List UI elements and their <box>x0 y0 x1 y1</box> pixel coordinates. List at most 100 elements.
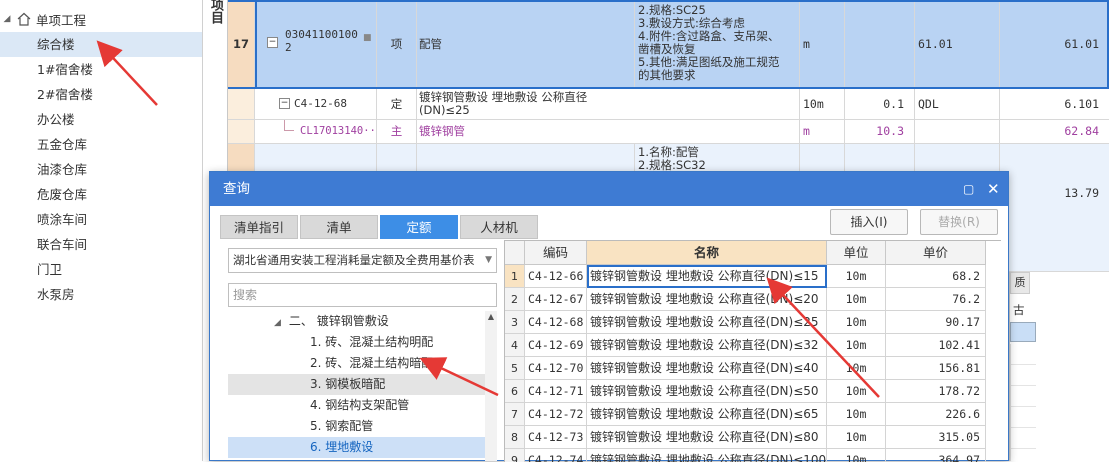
grid-cell-code[interactable]: C4-12-74 <box>525 449 587 462</box>
replace-button[interactable]: 替换(R) <box>920 209 998 235</box>
code-cell[interactable]: − 03041100100 2 ■ <box>255 2 377 87</box>
tree-node[interactable]: 6. 埋地敷设 <box>228 437 497 458</box>
chevron-down-icon: ▼ <box>482 249 492 272</box>
grid-cell-code[interactable]: C4-12-71 <box>525 380 587 403</box>
tree-node[interactable]: 4. 钢结构支架配管 <box>228 395 497 416</box>
grid-header-price[interactable]: 单价 <box>886 241 986 265</box>
grid-cell-unit[interactable]: 10m <box>827 449 886 462</box>
expand-icon[interactable]: ◢ <box>274 318 281 328</box>
grid-cell-unit[interactable]: 10m <box>827 265 886 288</box>
grid-cell-n[interactable]: 9 <box>505 449 525 462</box>
tab-0[interactable]: 清单指引 <box>220 215 298 239</box>
grid-cell-unit[interactable]: 10m <box>827 311 886 334</box>
panel-tab[interactable]: 质 <box>1010 272 1030 294</box>
tree-item[interactable]: 危废仓库 <box>0 182 202 207</box>
lock-icon: ■ <box>363 33 372 43</box>
grid-cell-unit[interactable]: 10m <box>827 380 886 403</box>
tree-item[interactable]: 联合车间 <box>0 232 202 257</box>
grid-cell-code[interactable]: C4-12-66 <box>525 265 587 288</box>
quota-grid: 编码 名称 单位 单价 1 C4-12-66 镀锌钢管敷设 埋地敷设 公称直径(DN… <box>504 240 1001 462</box>
grid-cell-name[interactable]: 镀锌钢管敷设 埋地敷设 公称直径(DN)≤65 <box>587 403 827 426</box>
grid-cell-name[interactable]: 镀锌钢管敷设 埋地敷设 公称直径(DN)≤20 <box>587 288 827 311</box>
grid-cell-code[interactable]: C4-12-70 <box>525 357 587 380</box>
tree-node[interactable]: 5. 钢索配管 <box>228 416 497 437</box>
tree-item[interactable]: 办公楼 <box>0 107 202 132</box>
grid-cell-price[interactable]: 315.05 <box>886 426 986 449</box>
grid-cell-unit[interactable]: 10m <box>827 403 886 426</box>
grid-cell-price[interactable]: 90.17 <box>886 311 986 334</box>
grid-header-filler <box>986 241 1001 265</box>
grid-cell-name[interactable]: 镀锌钢管敷设 埋地敷设 公称直径(DN)≤80 <box>587 426 827 449</box>
grid-header-unit[interactable]: 单位 <box>827 241 886 265</box>
grid-cell-name[interactable]: 镀锌钢管敷设 埋地敷设 公称直径(DN)≤15 <box>587 265 827 288</box>
tree-root[interactable]: ◢ 单项工程 <box>0 8 86 30</box>
grid-cell-n[interactable]: 8 <box>505 426 525 449</box>
library-select[interactable]: 湖北省通用安装工程消耗量定额及全费用基价表 ▼ <box>228 248 497 273</box>
tree-item[interactable]: 门卫 <box>0 257 202 282</box>
grid-cell-price[interactable]: 178.72 <box>886 380 986 403</box>
collapse-icon[interactable]: ◢ <box>0 14 14 24</box>
grid-cell-name[interactable]: 镀锌钢管敷设 埋地敷设 公称直径(DN)≤100 <box>587 449 827 462</box>
tree-item[interactable]: 2#宿舍楼 <box>0 82 202 107</box>
table-row-main-material[interactable]: CL17013140··· 主 镀锌钢管 m 10.3 62.84 <box>228 120 1109 144</box>
grid-cell-n[interactable]: 7 <box>505 403 525 426</box>
grid-cell-n[interactable]: 6 <box>505 380 525 403</box>
close-icon[interactable]: ✕ <box>987 172 1000 206</box>
scroll-up-icon[interactable]: ▲ <box>485 311 497 323</box>
grid-cell-n[interactable]: 1 <box>505 265 525 288</box>
grid-cell-n[interactable]: 5 <box>505 357 525 380</box>
code-cell[interactable]: − C4-12-68 <box>255 89 377 119</box>
grid-cell-n[interactable]: 3 <box>505 311 525 334</box>
grid-cell-code[interactable]: C4-12-69 <box>525 334 587 357</box>
collapse-icon[interactable]: − <box>267 37 278 48</box>
grid-cell-name[interactable]: 镀锌钢管敷设 埋地敷设 公称直径(DN)≤32 <box>587 334 827 357</box>
tab-1[interactable]: 清单 <box>300 215 378 239</box>
factor-cell: 10.3 <box>845 120 915 143</box>
panel-selected-cell[interactable] <box>1010 322 1036 342</box>
grid-cell-code[interactable]: C4-12-67 <box>525 288 587 311</box>
tab-3[interactable]: 人材机 <box>460 215 538 239</box>
grid-header-code[interactable]: 编码 <box>525 241 587 265</box>
qty-cell: 62.84 <box>1064 124 1099 138</box>
grid-cell-name[interactable]: 镀锌钢管敷设 埋地敷设 公称直径(DN)≤40 <box>587 357 827 380</box>
grid-cell-price[interactable]: 76.2 <box>886 288 986 311</box>
grid-cell-name[interactable]: 镀锌钢管敷设 埋地敷设 公称直径(DN)≤50 <box>587 380 827 403</box>
grid-cell-price[interactable]: 226.6 <box>886 403 986 426</box>
tree-node[interactable]: 1. 砖、混凝土结构明配 <box>228 332 497 353</box>
search-input[interactable]: 搜索 <box>228 283 497 307</box>
tree-scrollbar[interactable]: ▲ <box>485 311 497 461</box>
grid-cell-code[interactable]: C4-12-73 <box>525 426 587 449</box>
tree-item[interactable]: 五金仓库 <box>0 132 202 157</box>
grid-cell-n[interactable]: 2 <box>505 288 525 311</box>
grid-cell-unit[interactable]: 10m <box>827 357 886 380</box>
collapse-icon[interactable]: − <box>279 98 290 109</box>
insert-button[interactable]: 插入(I) <box>830 209 908 235</box>
grid-cell-price[interactable]: 364.97 <box>886 449 986 462</box>
unit-cell: m <box>800 2 845 87</box>
maximize-icon[interactable]: ▢ <box>963 172 974 206</box>
grid-cell-code[interactable]: C4-12-68 <box>525 311 587 334</box>
grid-cell-price[interactable]: 102.41 <box>886 334 986 357</box>
grid-cell-name[interactable]: 镀锌钢管敷设 埋地敷设 公称直径(DN)≤25 <box>587 311 827 334</box>
table-row-17[interactable]: 17 − 03041100100 2 ■ 项 配管 2.规格:SC25 3.敷设方… <box>228 0 1109 89</box>
tree-node[interactable]: ◢ 二、 镀锌钢管敷设 <box>228 311 497 332</box>
tree-item[interactable]: 水泵房 <box>0 282 202 307</box>
table-row-quota[interactable]: − C4-12-68 定 镀锌钢管敷设 埋地敷设 公称直径 (DN)≤25 10m… <box>228 89 1109 120</box>
tree-item[interactable]: 综合楼 <box>0 32 202 57</box>
code-cell[interactable]: CL17013140··· <box>255 120 377 143</box>
dialog-titlebar[interactable]: 查询 ▢ ✕ <box>210 172 1008 206</box>
grid-cell-code[interactable]: C4-12-72 <box>525 403 587 426</box>
grid-cell-price[interactable]: 156.81 <box>886 357 986 380</box>
grid-cell-unit[interactable]: 10m <box>827 334 886 357</box>
tab-2[interactable]: 定额 <box>380 215 458 239</box>
grid-cell-unit[interactable]: 10m <box>827 288 886 311</box>
tree-item[interactable]: 油漆仓库 <box>0 157 202 182</box>
tree-node[interactable]: 2. 砖、混凝土结构暗配 <box>228 353 497 374</box>
grid-header-name[interactable]: 名称 <box>587 241 827 265</box>
tree-item[interactable]: 1#宿舍楼 <box>0 57 202 82</box>
grid-cell-n[interactable]: 4 <box>505 334 525 357</box>
tree-node[interactable]: 3. 钢模板暗配 <box>228 374 497 395</box>
grid-cell-price[interactable]: 68.2 <box>886 265 986 288</box>
tree-item[interactable]: 喷涂车间 <box>0 207 202 232</box>
grid-cell-unit[interactable]: 10m <box>827 426 886 449</box>
